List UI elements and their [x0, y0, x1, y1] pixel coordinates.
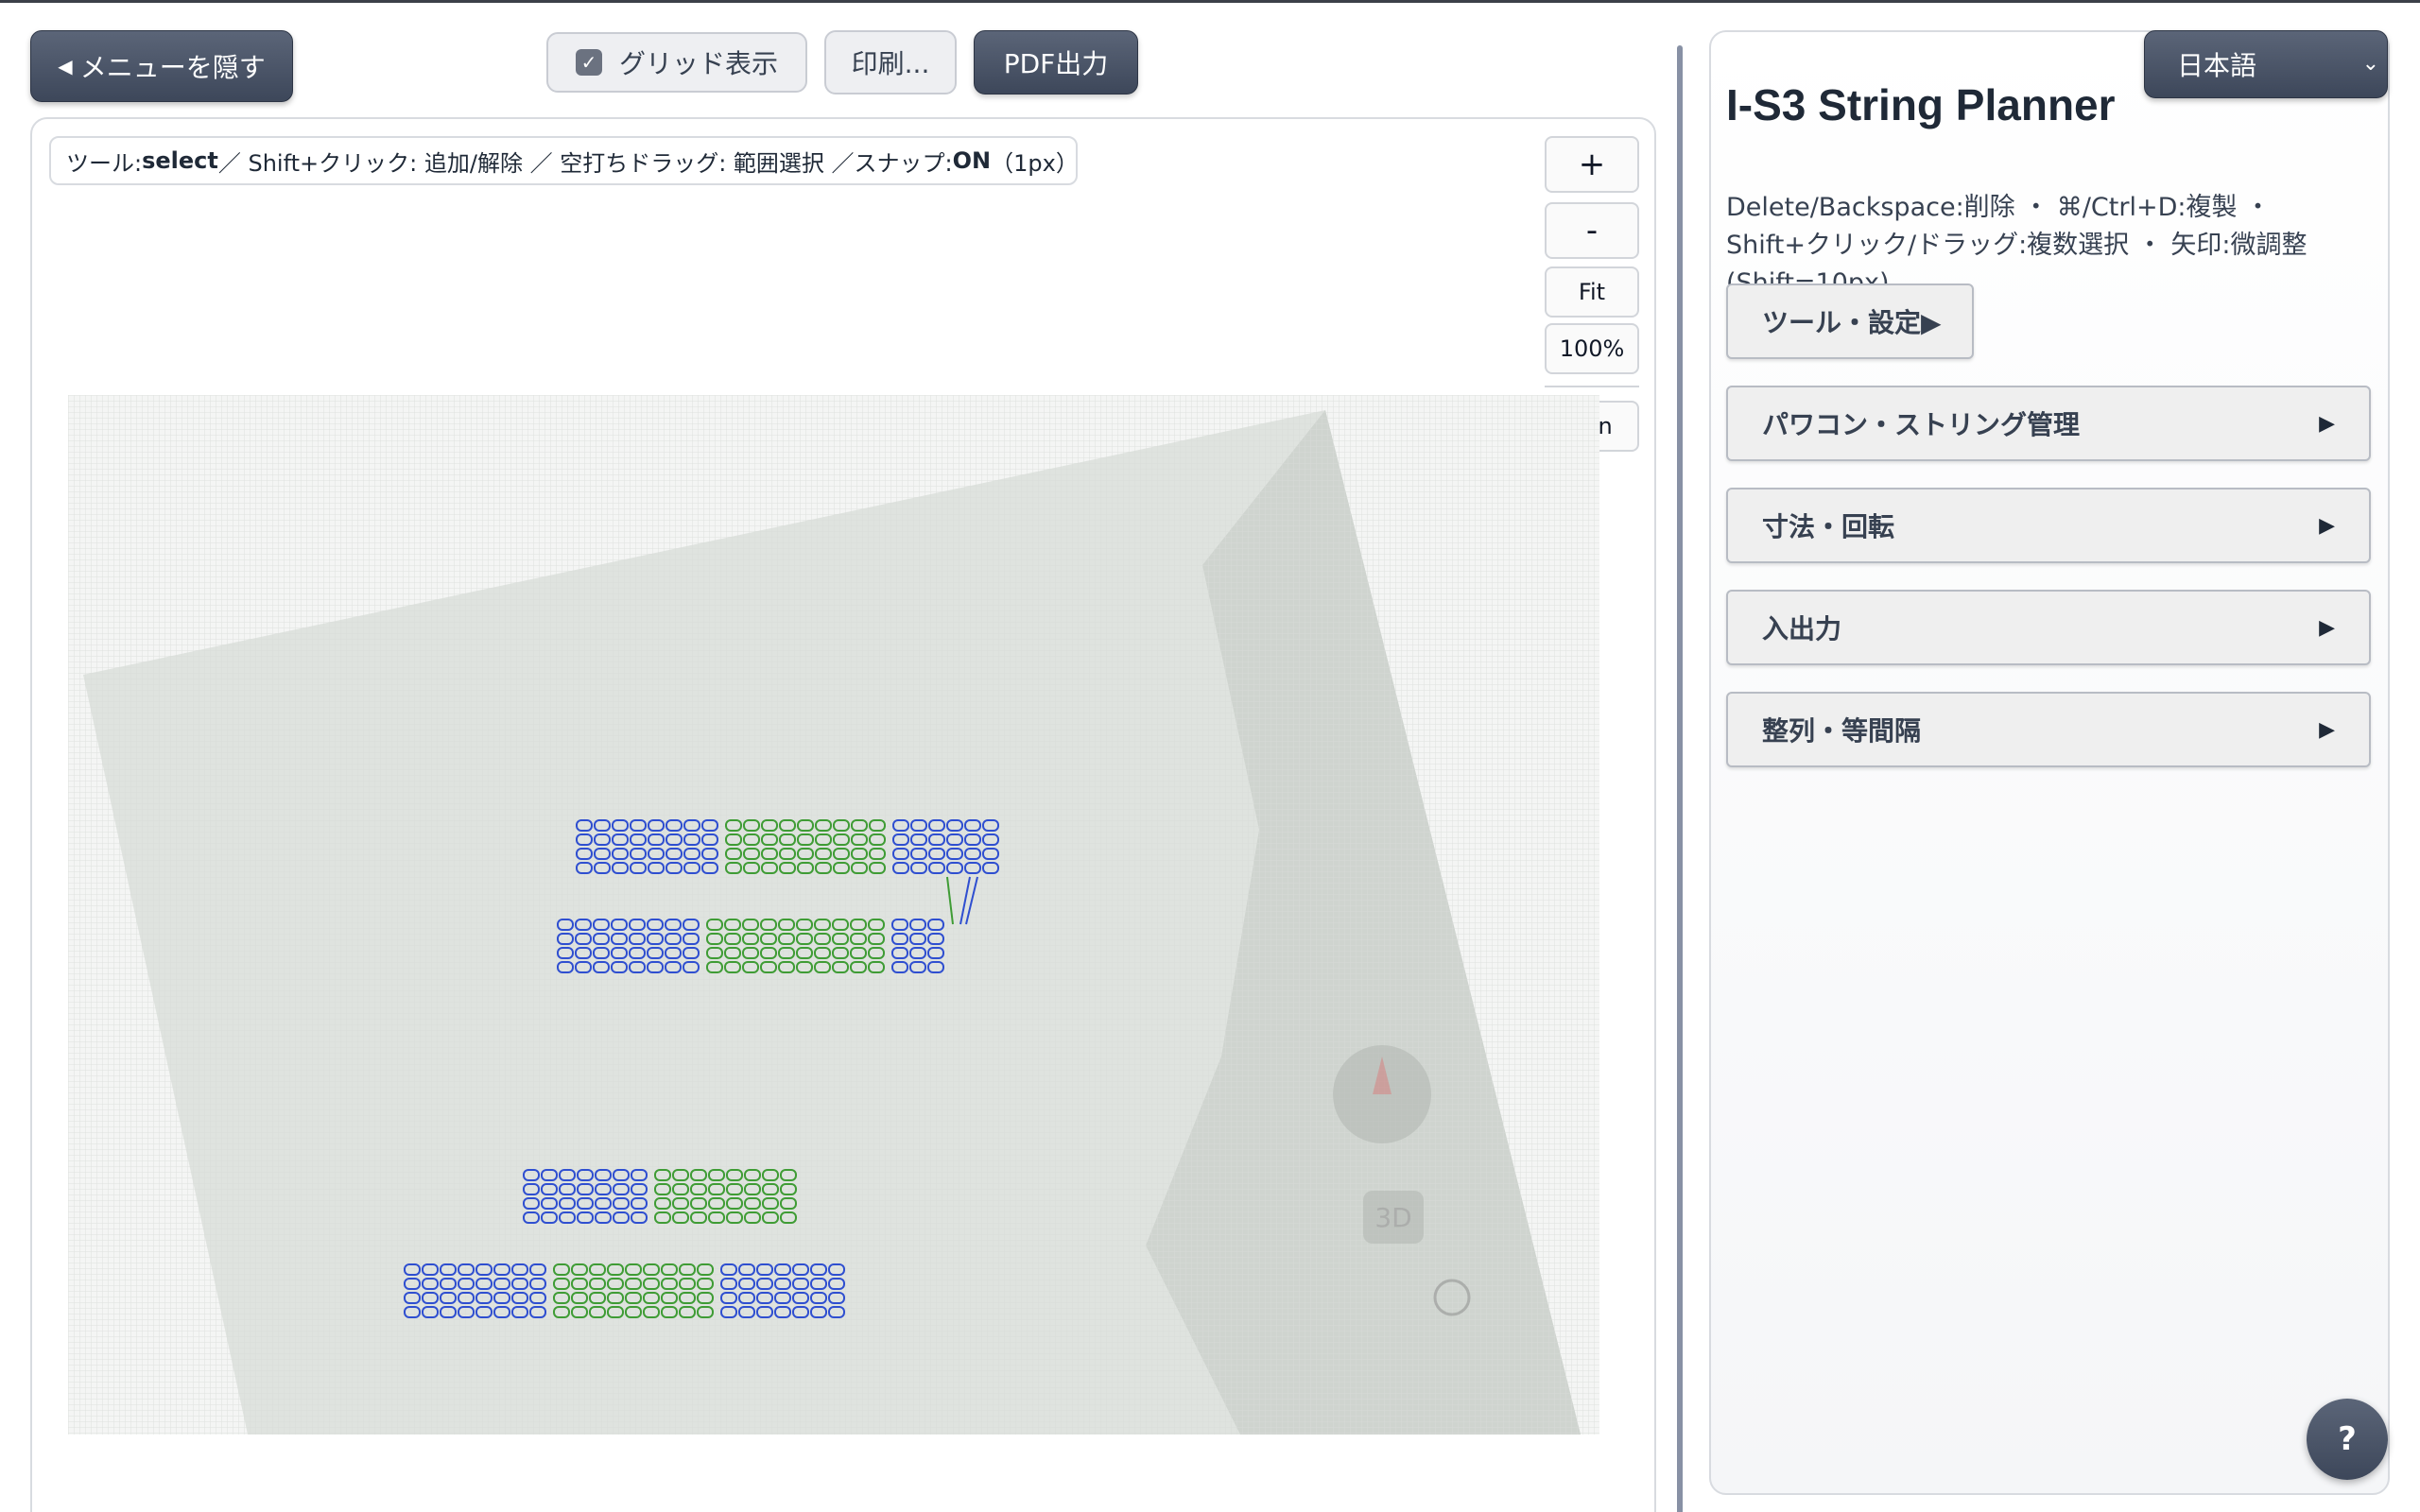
map-3d-label: 3D — [1374, 1202, 1411, 1233]
tools-settings-label: ツール・設定▶ — [1762, 307, 1942, 338]
hide-menu-button[interactable]: ◀ メニューを隠す — [30, 30, 293, 102]
section-pcs-strings[interactable]: パワコン・ストリング管理 ▶ — [1726, 386, 2371, 461]
chevron-down-icon: ⌄ — [2361, 52, 2379, 76]
section-dimensions-rotation[interactable]: 寸法・回転 ▶ — [1726, 488, 2371, 563]
triangle-left-icon: ◀ — [58, 55, 73, 77]
language-select[interactable]: 日本語 ⌄ — [2144, 30, 2388, 98]
hint-tool-label: ツール: — [66, 149, 143, 177]
hint-snap-value: ON — [952, 147, 992, 174]
print-button[interactable]: 印刷... — [824, 30, 957, 94]
triangle-right-icon: ▶ — [2319, 717, 2335, 742]
grid-toggle[interactable]: ✓ グリッド表示 — [546, 32, 807, 93]
help-button[interactable]: ? — [2307, 1399, 2388, 1480]
window-top-border — [0, 0, 2420, 3]
zoom-separator — [1545, 386, 1639, 387]
map-canvas[interactable]: 3D — [68, 395, 1599, 1435]
panel-divider[interactable] — [1677, 45, 1683, 1512]
section-label: 寸法・回転 — [1762, 511, 1895, 542]
triangle-right-icon: ▶ — [2319, 615, 2335, 640]
section-label: 入出力 — [1762, 613, 1842, 644]
section-align-distribute[interactable]: 整列・等間隔 ▶ — [1726, 692, 2371, 767]
tools-settings-button[interactable]: ツール・設定▶ — [1726, 284, 1974, 359]
section-label: 整列・等間隔 — [1762, 715, 1922, 747]
triangle-right-icon: ▶ — [2319, 411, 2335, 436]
hint-snap-unit: （1px） — [991, 149, 1079, 177]
section-label: パワコン・ストリング管理 — [1762, 409, 2081, 440]
pdf-export-button[interactable]: PDF出力 — [974, 30, 1138, 94]
zoom-out-button[interactable]: - — [1545, 202, 1639, 259]
language-value: 日本語 — [2177, 50, 2257, 81]
triangle-right-icon: ▶ — [2319, 513, 2335, 538]
pdf-export-label: PDF出力 — [1003, 48, 1109, 79]
section-import-export[interactable]: 入出力 ▶ — [1726, 590, 2371, 665]
hint-tool-value: select — [142, 147, 218, 174]
grid-toggle-label: グリッド表示 — [618, 48, 778, 79]
checkbox-checked-icon[interactable]: ✓ — [575, 49, 602, 76]
map-svg[interactable]: 3D — [68, 395, 1599, 1435]
print-button-label: 印刷... — [851, 48, 930, 79]
zoom-in-button[interactable]: + — [1545, 136, 1639, 193]
app-title: I-S3 String Planner — [1726, 80, 2116, 129]
hint-mid-text: ／ Shift+クリック: 追加/解除 ／ 空打ちドラッグ: 範囲選択 ／スナッ… — [217, 149, 953, 177]
hide-menu-label: メニューを隠す — [79, 52, 266, 83]
tool-hint-bar: ツール: select ／ Shift+クリック: 追加/解除 ／ 空打ちドラッ… — [49, 136, 1079, 185]
fit-button[interactable]: Fit — [1545, 266, 1639, 318]
zoom-level-button[interactable]: 100% — [1545, 323, 1639, 374]
